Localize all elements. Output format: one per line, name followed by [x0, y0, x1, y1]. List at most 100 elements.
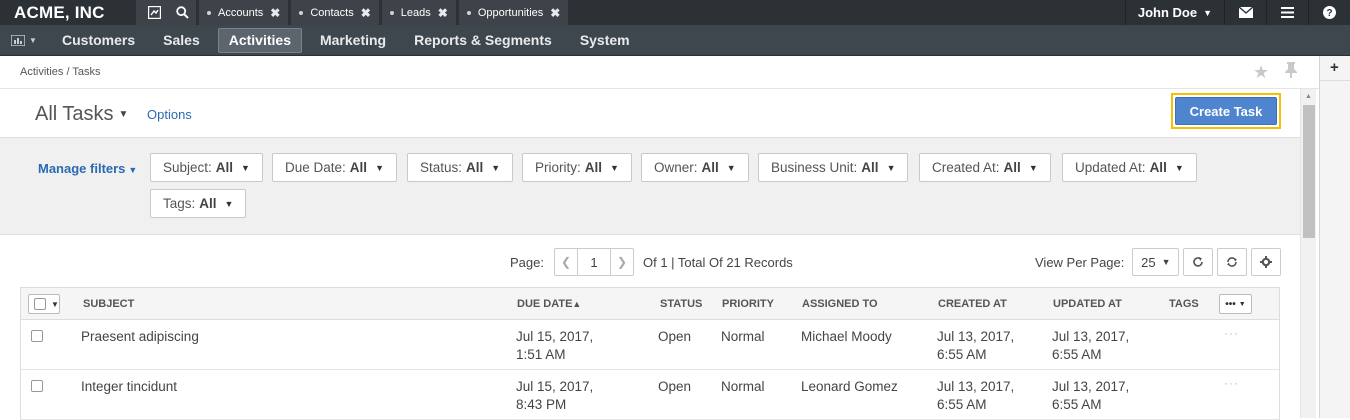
cell-subject[interactable]: Praesent adipiscing: [81, 320, 199, 369]
column-created-at[interactable]: Created At: [938, 288, 1007, 319]
filter-business-unit[interactable]: Business Unit: All ▼: [758, 153, 909, 182]
quick-tab-leads[interactable]: Leads ✖: [381, 0, 456, 25]
brand-logo[interactable]: ACME, INC: [0, 0, 132, 25]
caret-down-icon: ▼: [1174, 162, 1184, 173]
close-icon[interactable]: ✖: [270, 6, 280, 20]
quick-tab-accounts[interactable]: Accounts ✖: [199, 0, 289, 25]
cell-status: Open: [658, 329, 692, 344]
cell-subject[interactable]: Integer tincidunt: [81, 370, 177, 419]
created-line2: 6:55 AM: [937, 397, 987, 412]
page-title[interactable]: All Tasks ▼: [35, 103, 128, 126]
nav-sales[interactable]: Sales: [149, 28, 214, 53]
filter-updated-at[interactable]: Updated At: All ▼: [1062, 153, 1197, 182]
user-menu[interactable]: John Doe ▼: [1124, 0, 1224, 25]
scroll-up-icon[interactable]: ▲: [1305, 93, 1312, 100]
close-icon[interactable]: ✖: [361, 6, 371, 20]
column-updated-at[interactable]: Updated At: [1053, 288, 1122, 319]
per-page-select[interactable]: 25 ▼: [1132, 248, 1180, 276]
caret-down-icon: ▼: [118, 109, 129, 120]
filter-value: All: [349, 160, 368, 175]
manage-filters-label: Manage filters: [38, 161, 126, 176]
page-label: Page:: [510, 254, 544, 270]
row-checkbox-cell: [31, 320, 43, 369]
dashboard-menu[interactable]: ▼: [0, 25, 48, 56]
help-icon[interactable]: ?: [1308, 0, 1350, 25]
filter-due-date[interactable]: Due Date: All ▼: [272, 153, 397, 182]
refresh-icon: [1193, 257, 1203, 267]
divider: [1320, 80, 1350, 81]
nav-marketing[interactable]: Marketing: [306, 28, 400, 53]
caret-down-icon: ▼: [886, 162, 896, 173]
chevron-left-icon[interactable]: ❮: [555, 249, 577, 275]
filter-tags[interactable]: Tags: All ▼: [150, 189, 247, 218]
column-assigned-to[interactable]: Assigned To: [802, 288, 878, 319]
page-input[interactable]: 1: [576, 249, 611, 275]
menu-icon[interactable]: [1266, 0, 1308, 25]
quick-tab-label: Leads: [400, 6, 431, 19]
row-actions-icon[interactable]: ···: [1224, 376, 1239, 390]
caret-down-icon: ▼: [1161, 257, 1171, 267]
checkbox[interactable]: [34, 298, 46, 310]
top-right: John Doe ▼ ?: [1124, 0, 1350, 25]
updated-line2: 6:55 AM: [1052, 347, 1102, 362]
column-subject[interactable]: Subject: [83, 288, 134, 319]
sort-asc-icon: ▲: [572, 298, 582, 309]
search-icon[interactable]: [168, 0, 196, 25]
updated-line1: Jul 13, 2017,: [1052, 329, 1130, 344]
table-row[interactable]: Integer tincidunt Jul 15, 2017, 8:43 PM O…: [20, 370, 1280, 420]
chevron-right-icon[interactable]: ❯: [611, 249, 633, 275]
select-all-toggle[interactable]: ▼: [28, 294, 60, 314]
pin-icon[interactable]: [1284, 62, 1298, 83]
nav-system[interactable]: System: [566, 28, 644, 53]
filter-value: All: [199, 196, 217, 211]
nav-activities[interactable]: Activities: [217, 27, 302, 53]
table-row[interactable]: Praesent adipiscing Jul 15, 2017, 1:51 AM…: [20, 320, 1280, 370]
options-link[interactable]: Options: [147, 107, 192, 122]
created-line2: 6:55 AM: [937, 347, 987, 362]
quick-tab-contacts[interactable]: Contacts ✖: [291, 0, 379, 25]
column-tags[interactable]: Tags: [1169, 288, 1199, 319]
top-bar: ACME, INC Accounts ✖ Contacts ✖ Leads ✖ Opp…: [0, 0, 1350, 25]
filter-value: All: [584, 160, 603, 175]
filter-status[interactable]: Status: All ▼: [407, 153, 514, 182]
scrollbar[interactable]: ▲: [1300, 89, 1316, 418]
column-priority[interactable]: Priority: [722, 288, 774, 319]
dashboard-icon[interactable]: [140, 0, 168, 25]
caret-down-icon: ▼: [1238, 300, 1246, 308]
close-icon[interactable]: ✖: [550, 6, 560, 20]
settings-button[interactable]: [1251, 248, 1281, 276]
star-icon[interactable]: ★: [1253, 62, 1269, 83]
grid-header: ▼ Subject Due Date ▲ Status Priority Assi…: [20, 287, 1280, 320]
reset-button[interactable]: [1217, 248, 1247, 276]
plus-icon[interactable]: +: [1330, 59, 1339, 76]
scroll-thumb[interactable]: [1303, 105, 1315, 238]
quick-tab-opportunities[interactable]: Opportunities ✖: [458, 0, 569, 25]
breadcrumb: Activities / Tasks: [20, 66, 101, 78]
main-nav: ▼ Customers Sales Activities Marketing R…: [0, 25, 1350, 56]
column-manager-button[interactable]: ••• ▼: [1219, 294, 1252, 314]
quick-tab-label: Contacts: [310, 6, 354, 19]
column-due-date[interactable]: Due Date ▲: [517, 288, 581, 319]
row-checkbox[interactable]: [31, 380, 43, 392]
filter-created-at[interactable]: Created At: All ▼: [919, 153, 1051, 182]
refresh-button[interactable]: [1183, 248, 1213, 276]
column-status[interactable]: Status: [660, 288, 702, 319]
nav-reports-segments[interactable]: Reports & Segments: [400, 28, 566, 53]
reset-icon: [1227, 257, 1237, 267]
filter-label: Subject:: [163, 160, 212, 175]
row-checkbox[interactable]: [31, 330, 43, 342]
cell-due-date: Jul 15, 2017, 8:43 PM: [516, 370, 593, 419]
filter-owner[interactable]: Owner: All ▼: [641, 153, 749, 182]
filter-priority[interactable]: Priority: All ▼: [522, 153, 632, 182]
caret-down-icon: ▼: [1203, 7, 1212, 18]
filter-label: Tags:: [163, 196, 196, 211]
filter-subject[interactable]: Subject: All ▼: [150, 153, 263, 182]
view-per-page: View Per Page: 25 ▼: [1035, 248, 1180, 276]
manage-filters-link[interactable]: Manage filters ▼: [38, 161, 137, 176]
row-actions-icon[interactable]: ···: [1224, 326, 1239, 340]
close-icon[interactable]: ✖: [438, 6, 448, 20]
envelope-icon[interactable]: [1224, 0, 1266, 25]
create-task-button[interactable]: Create Task: [1175, 97, 1277, 125]
nav-customers[interactable]: Customers: [48, 28, 149, 53]
dot-icon: [466, 10, 471, 15]
